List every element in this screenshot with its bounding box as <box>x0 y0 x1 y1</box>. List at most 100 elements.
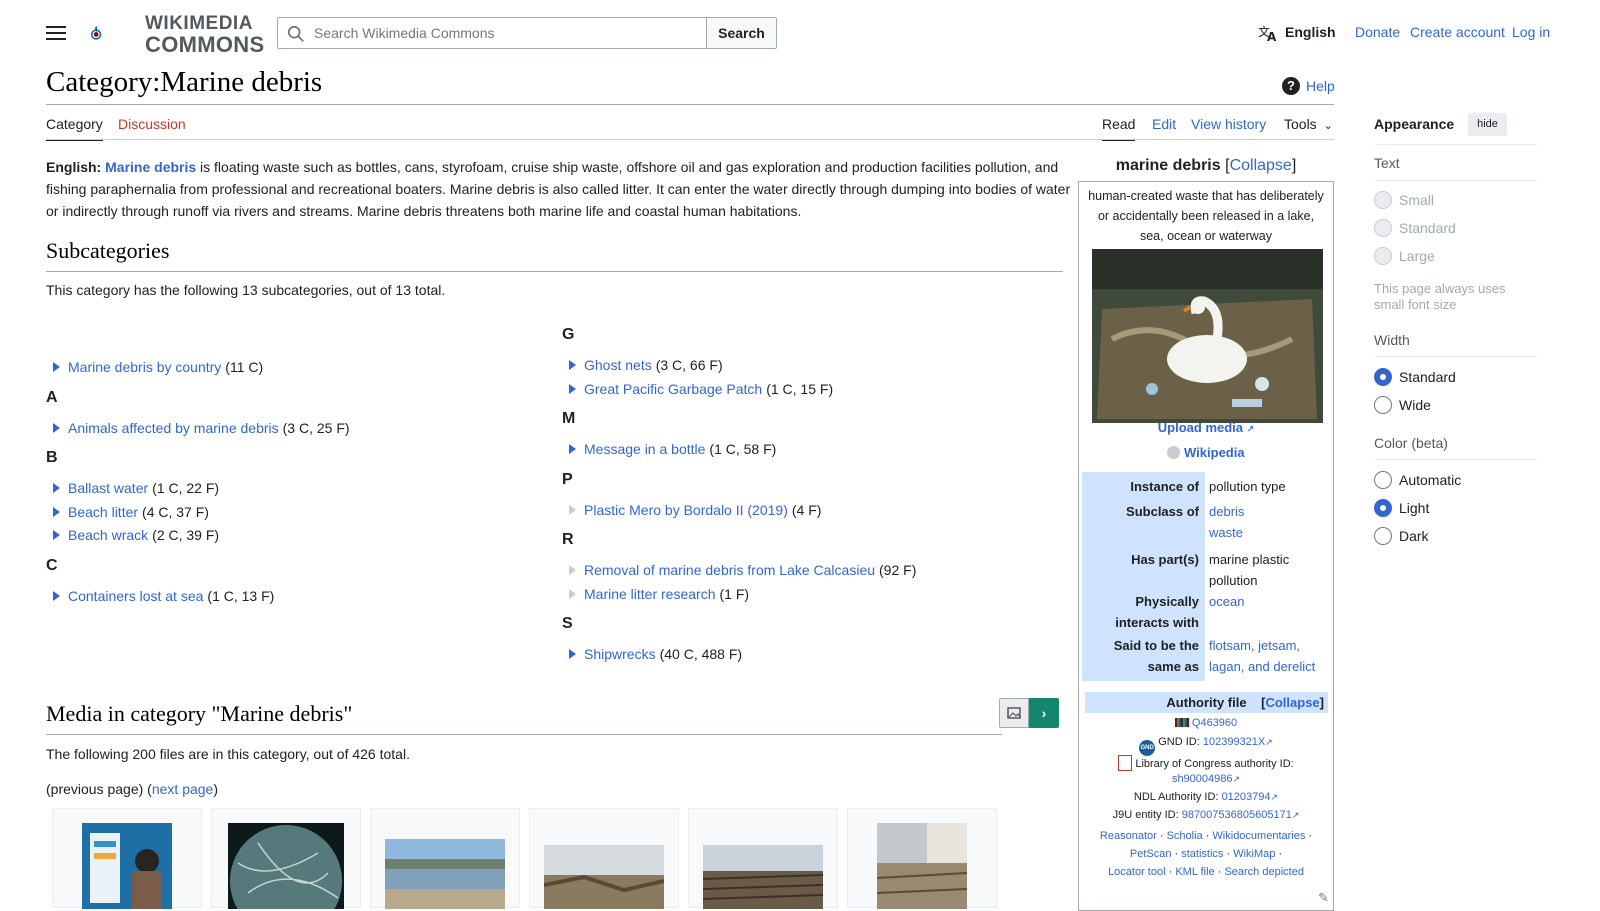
tab-category[interactable]: Category <box>46 116 103 141</box>
expand-triangle-icon[interactable] <box>53 422 60 433</box>
subcategory-link-marine-litter-research[interactable]: Marine litter research <box>584 586 716 602</box>
tool-link-search-depicted[interactable]: Search depicted <box>1224 866 1304 878</box>
color-option-light[interactable]: Light <box>1374 499 1429 517</box>
marine-debris-link[interactable]: Marine debris <box>105 159 196 175</box>
subcategory-link-removal-of-marine-debris-from-lake-calcasieu[interactable]: Removal of marine debris from Lake Calca… <box>584 562 875 578</box>
radio-label: Dark <box>1399 528 1429 544</box>
infobox-value-item[interactable]: ocean <box>1209 591 1326 612</box>
expand-triangle-icon <box>569 565 576 575</box>
site-wordmark[interactable]: WIKIMEDIA COMMONS <box>145 13 264 56</box>
media-thumbnail[interactable] <box>847 808 997 909</box>
upload-media-link[interactable]: Upload media <box>1158 420 1243 435</box>
media-thumbnail[interactable] <box>52 808 202 909</box>
media-thumbnail[interactable] <box>688 808 838 909</box>
tool-link-statistics[interactable]: statistics <box>1181 848 1223 860</box>
color-divider <box>1374 459 1537 460</box>
subcategory-count: (4 C, 37 F) <box>142 503 209 520</box>
search-input[interactable] <box>312 18 692 48</box>
gallery-view-button[interactable] <box>999 698 1029 728</box>
help-link[interactable]: ? Help <box>1282 77 1335 95</box>
expand-triangle-icon[interactable] <box>569 383 576 394</box>
tab-edit[interactable]: Edit <box>1152 116 1176 139</box>
appearance-hide-button[interactable]: hide <box>1468 113 1507 136</box>
media-thumbnail[interactable] <box>211 808 361 909</box>
tab-tools[interactable]: Tools ⌄ <box>1284 116 1333 139</box>
tab-read[interactable]: Read <box>1102 116 1136 141</box>
tool-link-wikidocumentaries[interactable]: Wikidocumentaries <box>1212 830 1305 842</box>
subcategory-link-beach-litter[interactable]: Beach litter <box>68 504 138 520</box>
subcategory-link-beach-wrack[interactable]: Beach wrack <box>68 527 148 543</box>
ndl-id-link[interactable]: 01203794 <box>1222 791 1271 803</box>
expand-triangle-icon[interactable] <box>53 362 60 372</box>
infobox-value-item[interactable]: flotsam, jetsam, lagan, and derelict <box>1209 635 1326 677</box>
radio-button[interactable] <box>1374 396 1392 414</box>
tab-view-history[interactable]: View history <box>1191 116 1266 139</box>
subcategory-item: Ballast water (1 C, 22 F) <box>46 480 219 496</box>
main-menu-button[interactable] <box>46 23 66 41</box>
color-option-dark[interactable]: Dark <box>1374 527 1429 545</box>
tool-link-wikimap[interactable]: WikiMap <box>1233 848 1275 860</box>
subcategory-link-shipwrecks[interactable]: Shipwrecks <box>584 646 656 662</box>
subcategory-link-animals-affected-by-marine-debris[interactable]: Animals affected by marine debris <box>68 420 279 436</box>
subcategory-item: Shipwrecks (40 C, 488 F) <box>562 646 742 662</box>
gnd-id-link[interactable]: 102399321X <box>1203 736 1265 748</box>
subcategory-link-plastic-mero-by-bordalo-ii-2019[interactable]: Plastic Mero by Bordalo II (2019) <box>584 502 788 518</box>
infobox-value-item[interactable]: waste <box>1209 522 1326 543</box>
width-option-wide[interactable]: Wide <box>1374 396 1431 414</box>
width-option-standard[interactable]: Standard <box>1374 368 1456 386</box>
radio-button[interactable] <box>1374 368 1392 386</box>
subcategory-link-ballast-water[interactable]: Ballast water <box>68 480 148 496</box>
edit-pencil-icon[interactable]: ✎ <box>1318 890 1329 906</box>
tool-link-petscan[interactable]: PetScan <box>1130 848 1172 860</box>
wikipedia-link[interactable]: Wikipedia <box>1184 445 1245 460</box>
search-button[interactable]: Search <box>706 17 777 49</box>
expand-triangle-icon[interactable] <box>53 530 60 540</box>
subcategory-letter-r: R <box>562 531 574 548</box>
slideshow-play-button[interactable]: › <box>1029 698 1059 728</box>
loc-id-link[interactable]: sh90004986 <box>1172 773 1233 785</box>
expand-triangle-icon[interactable] <box>569 360 576 370</box>
color-option-automatic[interactable]: Automatic <box>1374 471 1461 489</box>
language-selector[interactable]: English <box>1285 24 1336 40</box>
subcategory-item: Marine litter research (1 F) <box>562 586 749 602</box>
external-link-icon: ↗ <box>1265 737 1273 747</box>
infobox-collapse-link[interactable]: Collapse <box>1230 157 1292 174</box>
authority-collapse-link[interactable]: Collapse <box>1265 695 1319 710</box>
radio-button[interactable] <box>1374 471 1392 489</box>
subcategory-link-message-in-a-bottle[interactable]: Message in a bottle <box>584 441 705 457</box>
wikidata-id-link[interactable]: Q463960 <box>1192 717 1237 729</box>
infobox-value-item[interactable]: debris <box>1209 501 1326 522</box>
tab-discussion[interactable]: Discussion <box>118 116 186 139</box>
radio-label: Small <box>1399 192 1435 208</box>
expand-triangle-icon[interactable] <box>569 444 576 454</box>
appearance-title: Appearance <box>1374 116 1455 132</box>
language-icon: 文 A <box>1258 24 1277 42</box>
radio-button[interactable] <box>1374 499 1392 517</box>
j9u-id-link[interactable]: 987007536805605171 <box>1182 809 1292 821</box>
expand-triangle-icon[interactable] <box>53 483 60 493</box>
authority-file-title: Authority file <box>1166 695 1247 710</box>
infobox-image[interactable] <box>1092 249 1323 423</box>
tool-link-reasonator[interactable]: Reasonator <box>1100 830 1157 842</box>
next-page-link[interactable]: next page <box>152 781 214 797</box>
library-of-congress-icon <box>1118 755 1133 771</box>
expand-triangle-icon[interactable] <box>53 590 60 601</box>
expand-triangle-icon[interactable] <box>53 506 60 517</box>
donate-link[interactable]: Donate <box>1355 24 1400 40</box>
radio-button[interactable] <box>1374 527 1392 545</box>
login-link[interactable]: Log in <box>1512 24 1550 40</box>
tool-link-scholia[interactable]: Scholia <box>1167 830 1203 842</box>
subcategory-count: (1 C, 15 F) <box>766 380 834 397</box>
subcategory-link-ghost-nets[interactable]: Ghost nets <box>584 357 652 373</box>
tool-link-locator-tool[interactable]: Locator tool <box>1108 866 1165 878</box>
media-thumbnail[interactable] <box>370 808 520 909</box>
expand-triangle-icon[interactable] <box>569 649 576 659</box>
create-account-link[interactable]: Create account <box>1410 24 1505 40</box>
media-thumbnail[interactable] <box>529 808 679 909</box>
wikidata-line: Q463960 <box>1079 717 1333 729</box>
wikimedia-commons-logo[interactable] <box>90 7 140 59</box>
subcategory-link-containers-lost-at-sea[interactable]: Containers lost at sea <box>68 588 203 604</box>
tool-link-kml-file[interactable]: KML file <box>1175 866 1214 878</box>
subcategory-link-great-pacific-garbage-patch[interactable]: Great Pacific Garbage Patch <box>584 381 762 397</box>
subcategory-link-marine-debris-by-country[interactable]: Marine debris by country <box>68 359 221 375</box>
